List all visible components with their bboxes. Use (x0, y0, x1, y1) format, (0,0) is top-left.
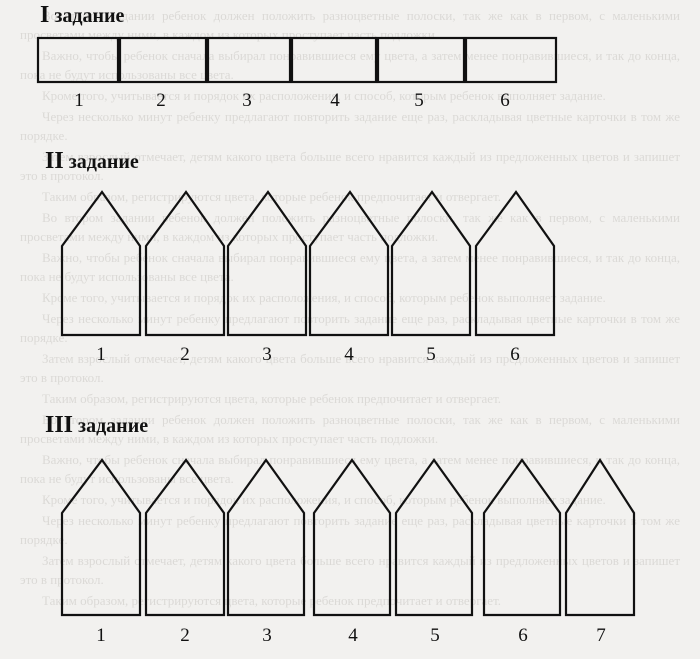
house-label-5: 5 (426, 344, 436, 365)
house3-card-3 (226, 458, 306, 617)
house-card-2 (144, 190, 226, 337)
house-card-1 (60, 190, 142, 337)
strip-label-1: 1 (74, 90, 84, 111)
strip-card-6 (464, 36, 558, 84)
house3-label-5: 5 (430, 625, 440, 646)
strip-card-4 (290, 36, 378, 84)
strip-label-3: 3 (242, 90, 252, 111)
house3-card-4 (312, 458, 392, 617)
house-label-6: 6 (510, 344, 520, 365)
house-label-4: 4 (344, 344, 354, 365)
house3-label-2: 2 (180, 625, 190, 646)
house3-label-1: 1 (96, 625, 106, 646)
strip-card-2 (118, 36, 208, 84)
house3-label-4: 4 (348, 625, 358, 646)
strip-card-1 (36, 36, 120, 84)
house3-label-3: 3 (262, 625, 272, 646)
house3-card-5 (394, 458, 474, 617)
house-card-5 (390, 190, 472, 337)
house3-label-7: 7 (596, 625, 606, 646)
house-card-6 (474, 190, 556, 337)
strip-card-3 (206, 36, 292, 84)
strip-card-5 (376, 36, 466, 84)
house-label-3: 3 (262, 344, 272, 365)
house-card-4 (308, 190, 390, 337)
house3-label-6: 6 (518, 625, 528, 646)
strip-label-4: 4 (330, 90, 340, 111)
house3-card-7 (564, 457, 636, 617)
strip-label-5: 5 (414, 90, 424, 111)
strip-label-6: 6 (500, 90, 510, 111)
house-card-3 (226, 190, 308, 337)
house-label-2: 2 (180, 344, 190, 365)
house-label-1: 1 (96, 344, 106, 365)
strip-label-2: 2 (156, 90, 166, 111)
task-figures (36, 36, 636, 617)
house3-card-2 (144, 458, 226, 617)
house3-card-6 (482, 458, 562, 617)
house3-card-1 (60, 458, 142, 617)
